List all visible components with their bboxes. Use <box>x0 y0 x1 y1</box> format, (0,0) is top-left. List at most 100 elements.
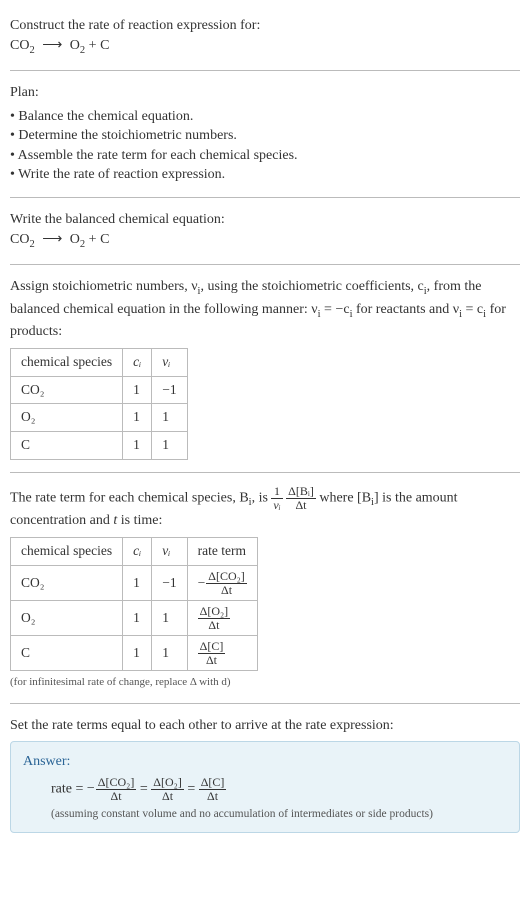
cell-species: C <box>11 432 123 460</box>
text: for reactants and ν <box>352 302 459 317</box>
numerator: Δ[C] <box>198 640 226 654</box>
numerator: Δ[CO₂] <box>206 570 247 584</box>
numerator: Δ[O₂] <box>198 605 231 619</box>
balanced-section: Write the balanced chemical equation: CO… <box>10 202 520 260</box>
divider <box>10 703 520 704</box>
table-header-row: chemical species cᵢ νᵢ <box>11 348 188 376</box>
text: , using the stoichiometric coefficients,… <box>200 279 423 294</box>
eq-plus: + <box>85 232 100 247</box>
table-header-row: chemical species cᵢ νᵢ rate term <box>11 538 258 566</box>
rateterm-note: (for infinitesimal rate of change, repla… <box>10 675 520 690</box>
cell-vi: 1 <box>152 636 187 671</box>
eq-lhs: CO <box>10 38 29 53</box>
text: = −c <box>321 302 350 317</box>
eq-rhs1: O <box>70 38 80 53</box>
negative-sign: − <box>87 781 95 796</box>
cell-vi: 1 <box>152 601 187 636</box>
denominator: Δt <box>199 790 227 803</box>
stoich-table: chemical species cᵢ νᵢ CO₂ 1 −1 O₂ 1 1 C… <box>10 348 188 461</box>
text: νᵢ <box>162 354 170 369</box>
cell-rate: −Δ[CO₂]Δt <box>187 565 257 600</box>
equals-sign: = <box>140 781 151 796</box>
stoich-intro: Assign stoichiometric numbers, νi, using… <box>10 277 520 342</box>
stoich-section: Assign stoichiometric numbers, νi, using… <box>10 269 520 468</box>
cell-vi: 1 <box>152 432 187 460</box>
cell-species: CO₂ <box>11 565 123 600</box>
denominator: Δt <box>198 619 231 632</box>
fraction: Δ[CO₂]Δt <box>96 776 137 802</box>
text: cᵢ <box>133 543 141 558</box>
numerator: Δ[C] <box>199 776 227 790</box>
table-row: O₂ 1 1 Δ[O₂]Δt <box>11 601 258 636</box>
cell-ci: 1 <box>123 404 152 432</box>
text: νᵢ <box>162 543 170 558</box>
fraction: Δ[C]Δt <box>198 640 226 666</box>
fraction: 1νᵢ <box>271 485 282 511</box>
numerator: Δ[O₂] <box>151 776 184 790</box>
eq-lhs-sub: 2 <box>29 44 34 55</box>
plan-section: Plan: Balance the chemical equation. Det… <box>10 75 520 193</box>
denominator: Δt <box>198 654 226 667</box>
plan-item: Write the rate of reaction expression. <box>10 165 520 185</box>
final-title: Set the rate terms equal to each other t… <box>10 716 520 736</box>
rateterm-section: The rate term for each chemical species,… <box>10 477 520 699</box>
col-ci: cᵢ <box>123 538 152 566</box>
fraction: Δ[CO₂]Δt <box>206 570 247 596</box>
negative-sign: − <box>198 575 206 590</box>
plan-list: Balance the chemical equation. Determine… <box>10 107 520 185</box>
cell-species: C <box>11 636 123 671</box>
text: Assign stoichiometric numbers, ν <box>10 279 198 294</box>
prompt-text: Construct the rate of reaction expressio… <box>10 16 520 36</box>
table-row: CO₂ 1 −1 <box>11 376 188 404</box>
eq-lhs-sub: 2 <box>29 238 34 249</box>
text: is time: <box>117 513 162 528</box>
divider <box>10 264 520 265</box>
cell-ci: 1 <box>123 601 152 636</box>
cell-ci: 1 <box>123 636 152 671</box>
cell-ci: 1 <box>123 376 152 404</box>
plan-title: Plan: <box>10 83 520 103</box>
denominator: Δt <box>96 790 137 803</box>
col-species: chemical species <box>11 538 123 566</box>
text: = c <box>462 302 483 317</box>
divider <box>10 472 520 473</box>
divider <box>10 197 520 198</box>
text: , is <box>252 491 272 506</box>
fraction: Δ[O₂]Δt <box>198 605 231 631</box>
eq-plus: + <box>85 38 100 53</box>
denominator: νᵢ <box>271 499 282 512</box>
text: νᵢ <box>273 498 280 512</box>
prompt-equation: CO2 ⟶ O2 + C <box>10 36 520 58</box>
table-row: C 1 1 Δ[C]Δt <box>11 636 258 671</box>
final-section: Set the rate terms equal to each other t… <box>10 708 520 841</box>
cell-vi: −1 <box>152 565 187 600</box>
cell-ci: 1 <box>123 432 152 460</box>
divider <box>10 70 520 71</box>
eq-rhs1: O <box>70 232 80 247</box>
rate-expression: rate = −Δ[CO₂]Δt = Δ[O₂]Δt = Δ[C]Δt <box>23 776 507 802</box>
equals-sign: = <box>187 781 198 796</box>
col-vi: νᵢ <box>152 348 187 376</box>
cell-vi: 1 <box>152 404 187 432</box>
plan-item: Balance the chemical equation. <box>10 107 520 127</box>
rateterm-table: chemical species cᵢ νᵢ rate term CO₂ 1 −… <box>10 537 258 671</box>
prompt-section: Construct the rate of reaction expressio… <box>10 8 520 66</box>
cell-rate: Δ[O₂]Δt <box>187 601 257 636</box>
table-row: O₂ 1 1 <box>11 404 188 432</box>
table-row: CO₂ 1 −1 −Δ[CO₂]Δt <box>11 565 258 600</box>
text: The rate term for each chemical species,… <box>10 491 249 506</box>
fraction: Δ[C]Δt <box>199 776 227 802</box>
denominator: Δt <box>286 499 316 512</box>
answer-box: Answer: rate = −Δ[CO₂]Δt = Δ[O₂]Δt = Δ[C… <box>10 741 520 833</box>
eq-lhs: CO <box>10 232 29 247</box>
col-rate: rate term <box>187 538 257 566</box>
balanced-equation: CO2 ⟶ O2 + C <box>10 230 520 252</box>
eq-rhs2: C <box>100 232 109 247</box>
text: where [B <box>319 491 371 506</box>
denominator: Δt <box>206 584 247 597</box>
fraction: Δ[Bᵢ]Δt <box>286 485 316 511</box>
cell-rate: Δ[C]Δt <box>187 636 257 671</box>
balanced-title: Write the balanced chemical equation: <box>10 210 520 230</box>
cell-species: O₂ <box>11 404 123 432</box>
eq-arrow: ⟶ <box>38 38 66 53</box>
